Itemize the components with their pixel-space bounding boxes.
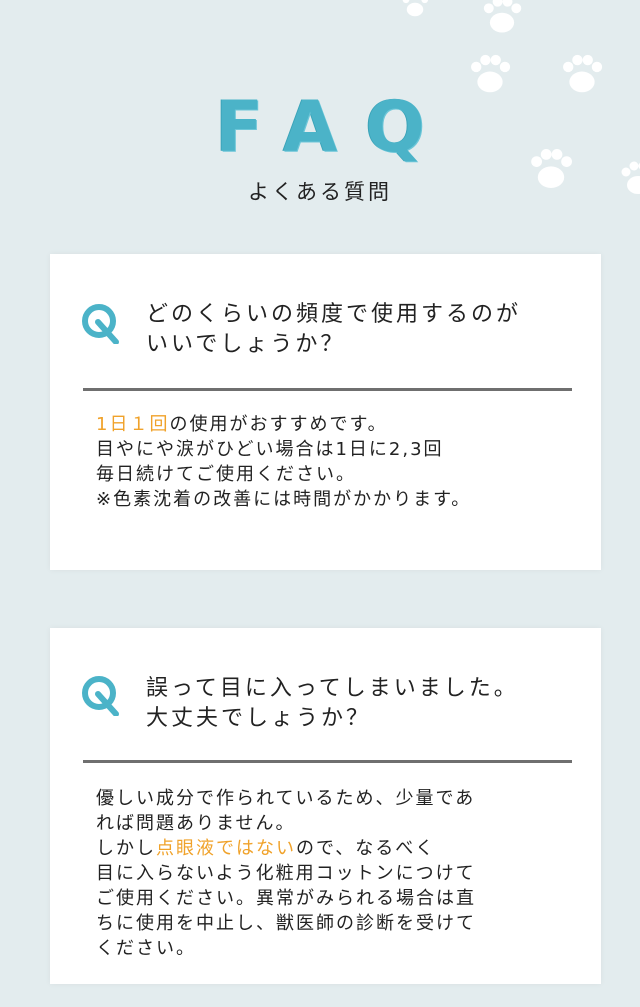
paw-print-icon xyxy=(402,0,429,17)
answer-line: 優しい成分で作られているため、少量であ xyxy=(96,788,476,809)
question-line: 大丈夫でしょうか？ xyxy=(146,706,372,731)
answer-line: れば問題ありません。 xyxy=(96,813,296,834)
answer-line: 目に入らないよう化粧用コットンにつけて xyxy=(96,863,476,884)
faq-card: 誤って目に入ってしまいました。 大丈夫でしょうか？ 優しい成分で作られているため… xyxy=(50,628,601,984)
page-title: FAQ xyxy=(215,86,453,168)
faq-answer: 優しい成分で作られているため、少量であ れば問題ありません。 しかし点眼液ではな… xyxy=(96,786,566,961)
answer-line: しかし点眼液ではないので、なるべく xyxy=(96,836,566,861)
answer-line: 目やにや涙がひどい場合は1日に2,3回 xyxy=(96,439,444,460)
question-line: 誤って目に入ってしまいました。 xyxy=(146,676,519,701)
answer-text: しかし xyxy=(96,838,156,859)
page-subtitle: よくある質問 xyxy=(248,180,392,204)
answer-line: ください。 xyxy=(96,938,196,959)
divider xyxy=(83,388,572,391)
highlight-text: 点眼液ではない xyxy=(156,838,296,859)
paw-print-icon xyxy=(483,0,522,33)
faq-question: どのくらいの頻度で使用するのが いいでしょうか？ xyxy=(146,300,576,360)
faq-question: 誤って目に入ってしまいました。 大丈夫でしょうか？ xyxy=(146,674,576,734)
answer-text: ので、なるべく xyxy=(296,838,436,859)
divider xyxy=(83,760,572,763)
answer-line: ちに使用を中止し、獣医師の診断を受けて xyxy=(96,913,476,934)
faq-card: どのくらいの頻度で使用するのが いいでしょうか？ 1日１回の使用がおすすめです。… xyxy=(50,254,601,570)
q-letter-icon xyxy=(82,676,119,716)
q-letter-icon xyxy=(82,304,119,344)
question-line: どのくらいの頻度で使用するのが xyxy=(146,302,522,327)
faq-answer: 1日１回の使用がおすすめです。 目やにや涙がひどい場合は1日に2,3回 毎日続け… xyxy=(96,412,566,512)
answer-line: 毎日続けてご使用ください。 xyxy=(96,464,356,485)
highlight-text: 1日１回 xyxy=(96,414,170,435)
question-line: いいでしょうか？ xyxy=(146,332,346,357)
answer-line: ※色素沈着の改善には時間がかかります。 xyxy=(96,489,472,510)
answer-line: ご使用ください。異常がみられる場合は直 xyxy=(96,888,476,909)
answer-line: 1日１回の使用がおすすめです。 xyxy=(96,412,566,437)
answer-text: の使用がおすすめです。 xyxy=(169,414,388,435)
